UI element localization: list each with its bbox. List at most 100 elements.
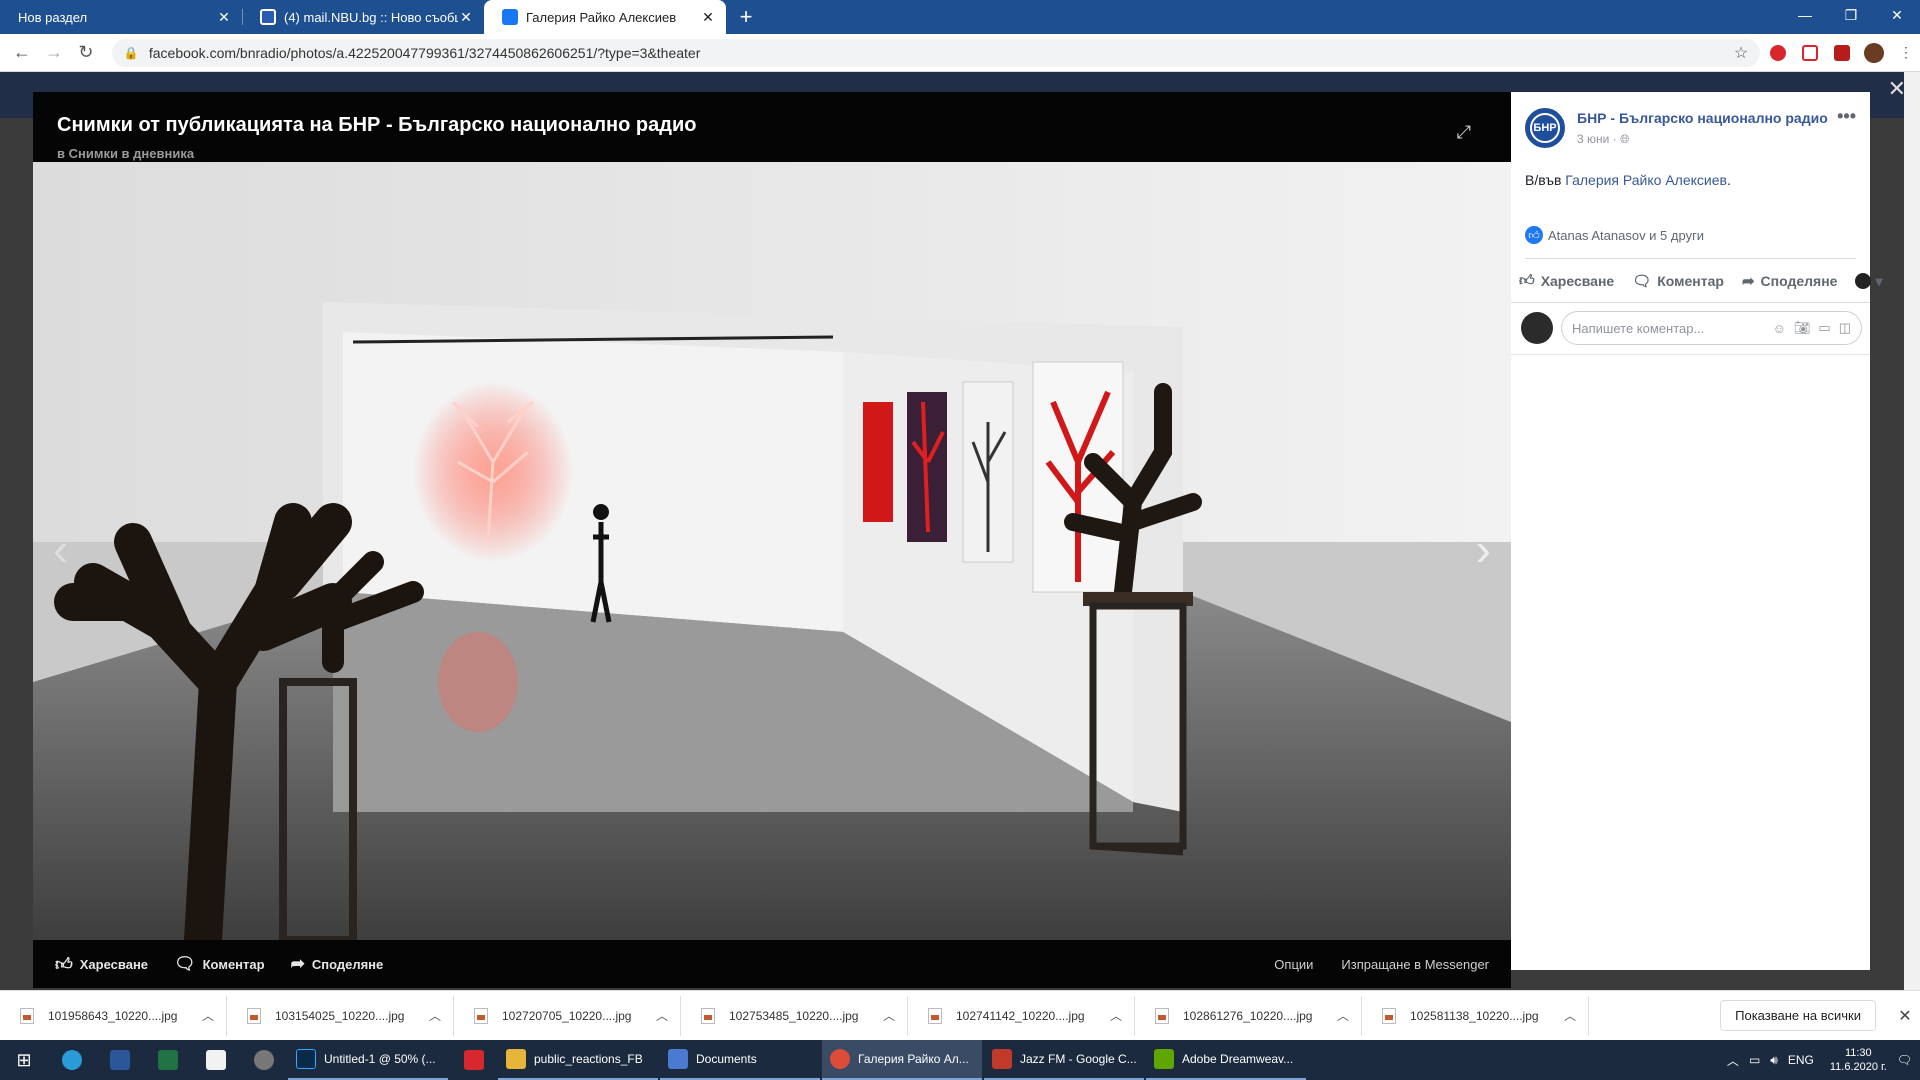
send-messenger-button[interactable]: Изпращане в Messenger	[1341, 957, 1489, 972]
page-name-link[interactable]: БНР - Българско национално радио	[1577, 110, 1828, 126]
page-avatar[interactable]: БНР	[1525, 108, 1565, 148]
download-filename: 102753485_10220....jpg	[729, 1008, 859, 1023]
reload-icon[interactable]: ↻	[70, 37, 102, 69]
forward-icon[interactable]: →	[38, 37, 70, 69]
chevron-up-icon[interactable]: ︿	[656, 1007, 668, 1024]
chevron-up-icon[interactable]: ︿	[1337, 1007, 1349, 1024]
notifications-icon[interactable]: 🗨︎	[1897, 1053, 1912, 1067]
taskbar-app-dreamweaver[interactable]: Adobe Dreamweav...	[1146, 1040, 1306, 1080]
like-reaction-icon: 👍︎	[1525, 226, 1543, 244]
post-meta: 3 юни · 🌐︎	[1577, 132, 1630, 147]
more-options-icon[interactable]: •••	[1837, 106, 1856, 127]
taskbar-app-label: Галерия Райко Ал...	[858, 1052, 969, 1066]
windows-taskbar: ⊞ Untitled-1 @ 50% (... public_reactions…	[0, 1040, 1920, 1080]
menu-icon[interactable]: ⋮	[1892, 39, 1920, 67]
sticker-icon[interactable]: ◫	[1839, 320, 1851, 336]
tab-new[interactable]: Нов раздел ✕	[0, 0, 242, 34]
download-item[interactable]: 102861276_10220....jpg ︿	[1135, 995, 1362, 1036]
download-item[interactable]: 102753485_10220....jpg ︿	[681, 995, 908, 1036]
file-icon[interactable]	[192, 1040, 240, 1080]
image-file-icon	[928, 1007, 942, 1024]
download-filename: 102741142_10220....jpg	[956, 1008, 1085, 1023]
network-icon[interactable]: ▭	[1749, 1053, 1760, 1067]
tab-label: Нов раздел	[18, 9, 88, 25]
photo-footer: 👍︎ Харесване 🗨︎ Коментар ➦ Споделяне Опц…	[33, 940, 1511, 988]
options-button[interactable]: Опции	[1274, 957, 1313, 972]
previous-photo-icon[interactable]: ‹	[53, 522, 68, 576]
extension-adblock-icon[interactable]	[1764, 39, 1792, 67]
url-text: facebook.com/bnradio/photos/a.4225200477…	[148, 44, 701, 61]
close-icon[interactable]: ✕	[700, 9, 716, 26]
bookmark-star-icon[interactable]: ☆	[1734, 43, 1748, 63]
like-button[interactable]: 👍︎ Харесване	[1519, 272, 1614, 290]
post-date[interactable]: 3 юни	[1577, 132, 1609, 146]
comment-button[interactable]: 🗨︎ Коментар	[174, 954, 265, 974]
gif-icon[interactable]: ▭	[1818, 320, 1830, 336]
tray-chevron-icon[interactable]: ︿	[1727, 1052, 1739, 1069]
taskbar-app-chrome[interactable]: Галерия Райко Ал...	[822, 1040, 982, 1080]
taskbar-app-documents[interactable]: Documents	[660, 1040, 820, 1080]
next-photo-icon[interactable]: ›	[1476, 522, 1491, 576]
taskbar-app-jazzfm[interactable]: Jazz FM - Google C...	[984, 1040, 1144, 1080]
page-scrollbar[interactable]	[1904, 72, 1920, 990]
restore-icon[interactable]: ❐	[1828, 0, 1874, 30]
identity-selector[interactable]: ▾	[1855, 272, 1883, 290]
edge-icon[interactable]	[48, 1040, 96, 1080]
chevron-up-icon[interactable]: ︿	[202, 1007, 214, 1024]
reactions-text: Atanas Atanasov и 5 други	[1548, 227, 1705, 243]
comment-composer: Напишете коментар... ☺ 📷︎ ▭ ◫	[1521, 310, 1862, 346]
taskbar-app-photoshop[interactable]: Untitled-1 @ 50% (...	[288, 1040, 448, 1080]
show-all-downloads-button[interactable]: Показване на всички	[1720, 1000, 1876, 1031]
back-icon[interactable]: ←	[6, 37, 38, 69]
excel-icon[interactable]	[144, 1040, 192, 1080]
chevron-up-icon[interactable]: ︿	[1564, 1007, 1576, 1024]
download-item[interactable]: 102581138_10220....jpg ︿	[1362, 995, 1589, 1036]
emoji-icon[interactable]: ☺	[1773, 321, 1786, 336]
new-tab-button[interactable]: +	[726, 0, 766, 34]
reactions-summary[interactable]: 👍︎ Atanas Atanasov и 5 други	[1525, 226, 1704, 244]
extension-shield-icon[interactable]	[1796, 39, 1824, 67]
download-item[interactable]: 103154025_10220....jpg ︿	[227, 995, 454, 1036]
extension-pdf-icon[interactable]	[1828, 39, 1856, 67]
media-icon[interactable]	[240, 1040, 288, 1080]
caption-link[interactable]: Галерия Райко Алексиев	[1565, 172, 1727, 188]
download-item[interactable]: 102720705_10220....jpg ︿	[454, 995, 681, 1036]
album-link[interactable]: в Снимки в дневника	[57, 146, 194, 161]
windows-start-icon[interactable]: ⊞	[0, 1040, 48, 1080]
chevron-up-icon[interactable]: ︿	[883, 1007, 895, 1024]
tab-mail[interactable]: (4) mail.NBU.bg :: Ново съобщение ✕	[242, 0, 484, 34]
language-indicator[interactable]: ENG	[1788, 1053, 1814, 1067]
like-label: Харесване	[1540, 273, 1615, 289]
share-icon: ➦	[290, 954, 305, 973]
close-icon[interactable]: ✕	[216, 9, 232, 26]
share-button[interactable]: ➦ Споделяне	[291, 954, 384, 974]
comment-button[interactable]: 🗨︎ Коментар	[1632, 272, 1724, 290]
chevron-down-icon: ▾	[1875, 272, 1883, 289]
camera-icon[interactable]: 📷︎	[1794, 320, 1811, 336]
image-file-icon	[20, 1007, 34, 1024]
volume-icon[interactable]: 🔊︎	[1770, 1053, 1778, 1068]
url-input[interactable]: 🔒 facebook.com/bnradio/photos/a.42252004…	[111, 38, 1761, 67]
taskbar-app-folder[interactable]: public_reactions_FB	[498, 1040, 658, 1080]
chevron-up-icon[interactable]: ︿	[1110, 1007, 1122, 1024]
word-icon[interactable]	[96, 1040, 144, 1080]
minimize-icon[interactable]: —	[1782, 0, 1828, 30]
like-button[interactable]: 👍︎ Харесване	[55, 954, 148, 975]
gallery-photo[interactable]	[33, 162, 1511, 940]
photo-title: Снимки от публикацията на БНР - Българск…	[57, 114, 697, 136]
divider	[1511, 302, 1870, 303]
acrobat-icon[interactable]	[450, 1040, 498, 1080]
chevron-up-icon[interactable]: ︿	[429, 1007, 441, 1024]
clock[interactable]: 11:30 11.6.2020 г.	[1830, 1046, 1887, 1074]
profile-avatar[interactable]	[1860, 39, 1888, 67]
expand-icon[interactable]: ⤢	[1457, 122, 1471, 143]
download-item[interactable]: 102741142_10220....jpg ︿	[908, 995, 1135, 1036]
share-button[interactable]: ➦ Споделяне	[1742, 272, 1838, 290]
taskbar-app-label: Documents	[696, 1052, 757, 1066]
close-icon[interactable]: ✕	[458, 9, 474, 26]
download-item[interactable]: 101958643_10220....jpg ︿	[0, 995, 227, 1036]
close-downloads-icon[interactable]: ✕	[1890, 1006, 1920, 1026]
close-window-icon[interactable]: ✕	[1874, 0, 1920, 30]
comment-input[interactable]: Напишете коментар... ☺ 📷︎ ▭ ◫	[1561, 311, 1862, 345]
tab-gallery[interactable]: Галерия Райко Алексиев ✕	[484, 0, 726, 34]
